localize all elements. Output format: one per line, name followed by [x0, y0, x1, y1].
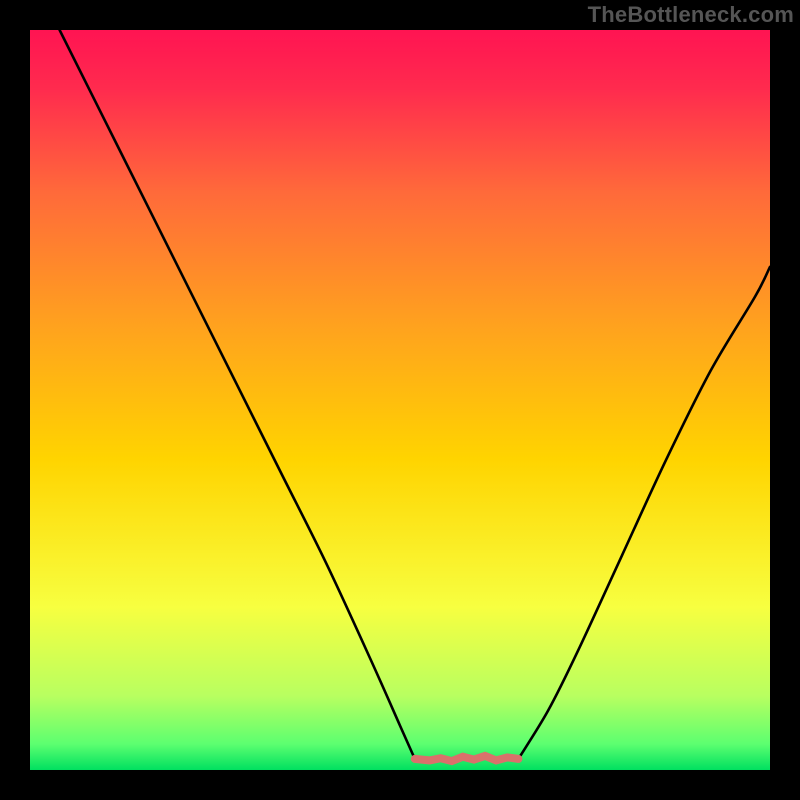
chart-stage: TheBottleneck.com: [0, 0, 800, 800]
chart-frame: [30, 30, 770, 770]
watermark-text: TheBottleneck.com: [588, 2, 794, 28]
gradient-background: [30, 30, 770, 770]
floor-marker: [415, 756, 519, 761]
chart-canvas: [30, 30, 770, 770]
